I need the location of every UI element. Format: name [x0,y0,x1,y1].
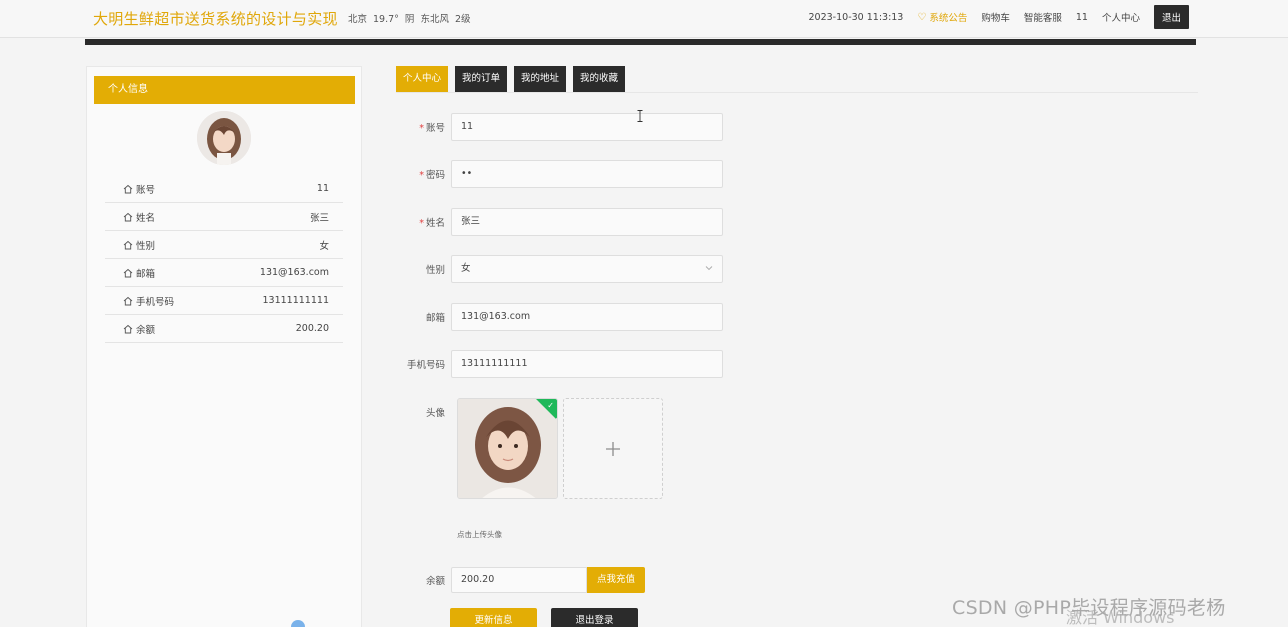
profile-info-list: 账号 11 姓名 张三 性别 女 邮箱 131@163.com 手机号码 131… [105,175,343,343]
home-icon [123,212,133,221]
email-field[interactable]: 131@163.com [451,303,723,331]
name-row: * 姓名 张三 [396,208,723,236]
recharge-button[interactable]: 点我充值 [587,567,645,593]
list-item: 姓名 张三 [105,203,343,231]
plus-icon [606,441,620,456]
weather-temp: 19.7° [373,14,399,25]
gender-label: 性别 [425,265,445,276]
info-value: 女 [319,240,329,252]
profile-tabs: 个人中心 我的订单 我的地址 我的收藏 [396,66,632,92]
tab-my-orders[interactable]: 我的订单 [455,66,508,92]
list-item: 邮箱 131@163.com [105,259,343,287]
phone-field[interactable]: 13111111111 [451,350,723,378]
email-label: 邮箱 [425,313,445,324]
cart-link[interactable]: 购物车 [981,10,1010,24]
password-row: * 密码 •• [396,160,723,188]
logout-account-button[interactable]: 退出登录 [551,608,638,627]
name-field[interactable]: 张三 [451,208,723,236]
home-icon [123,324,133,333]
username[interactable]: 11 [1076,12,1088,23]
site-title[interactable]: 大明生鲜超市送货系统的设计与实现 [93,8,338,29]
info-label: 账号 [136,184,156,196]
logout-button[interactable]: 退出 [1153,5,1189,29]
weather-condition: 阴 [404,14,415,25]
check-icon: ✓ [547,401,554,410]
account-label: 账号 [425,123,445,134]
upload-add-button[interactable] [563,398,663,499]
password-field[interactable]: •• [451,160,723,188]
floating-chat-icon[interactable] [291,620,305,627]
top-header: 大明生鲜超市送货系统的设计与实现 北京 19.7° 阴东北风 2级 2023-10-3… [0,0,1288,38]
email-row: 邮箱 131@163.com [396,303,723,331]
update-info-button[interactable]: 更新信息 [450,608,537,627]
home-icon [123,184,133,193]
info-label: 性别 [136,240,156,252]
chevron-down-icon [705,266,713,271]
service-link[interactable]: 智能客服 [1024,10,1062,24]
phone-label: 手机号码 [406,360,445,371]
gender-value: 女 [461,263,471,274]
balance-field: 200.20 [451,567,587,593]
avatar-label: 头像 [425,408,445,419]
name-label: 姓名 [425,218,445,229]
list-item: 手机号码 13111111111 [105,287,343,315]
tab-my-addresses[interactable]: 我的地址 [514,66,567,92]
weather-city: 北京 [348,14,368,25]
top-nav: 2023-10-30 11:3:13 ♡ 系统公告 购物车 智能客服 11 个人… [808,5,1189,29]
upload-hint: 点击上传头像 [457,530,502,539]
avatar-upload: ✓ [457,398,663,499]
header-divider-bar [85,39,1196,45]
info-label: 姓名 [136,212,156,224]
tab-my-favorites[interactable]: 我的收藏 [573,66,626,92]
info-label: 余额 [136,324,156,336]
tab-personal-center[interactable]: 个人中心 [396,66,449,92]
balance-label: 余额 [425,576,445,587]
profile-panel-title: 个人信息 [94,76,355,104]
uploaded-avatar[interactable]: ✓ [457,398,558,499]
watermark-text: CSDN @PHP毕设程序源码老杨 [952,597,1226,619]
account-field[interactable]: 11 [451,113,723,141]
avatar-row: 头像 [396,405,451,419]
notice-link[interactable]: ♡ 系统公告 [917,10,968,25]
list-item: 余额 200.20 [105,315,343,343]
weather-info: 北京 19.7° 阴东北风 2级 [348,11,477,25]
avatar-image [458,399,557,498]
personal-center-link[interactable]: 个人中心 [1102,10,1140,24]
info-value: 200.20 [295,323,329,334]
heart-icon: ♡ [917,11,927,23]
info-label: 手机号码 [136,296,175,308]
profile-panel: 个人信息 账号 11 姓名 张三 性别 女 邮箱 131@163.com 手机号… [86,66,362,627]
list-item: 账号 11 [105,175,343,203]
weather-level: 2级 [454,14,471,25]
account-row: * 账号 11 [396,113,723,141]
text-cursor-icon [637,110,643,122]
info-label: 邮箱 [136,268,156,280]
phone-row: 手机号码 13111111111 [396,350,723,378]
weather-wind: 东北风 [420,14,449,25]
info-value: 11 [316,183,329,194]
avatar [197,111,251,165]
gender-row: 性别 女 [396,255,723,283]
balance-row: 余额 200.20 点我充值 [396,567,645,593]
notice-label: 系统公告 [929,13,968,24]
avatar-image [197,111,251,165]
home-icon [123,268,133,277]
gender-select[interactable]: 女 [451,255,723,283]
tabs-divider [396,92,1198,93]
home-icon [123,296,133,305]
info-value: 13111111111 [262,295,330,306]
info-value: 131@163.com [259,267,329,278]
datetime: 2023-10-30 11:3:13 [808,11,904,23]
home-icon [123,240,133,249]
password-label: 密码 [425,170,445,181]
info-value: 张三 [309,212,329,224]
list-item: 性别 女 [105,231,343,259]
